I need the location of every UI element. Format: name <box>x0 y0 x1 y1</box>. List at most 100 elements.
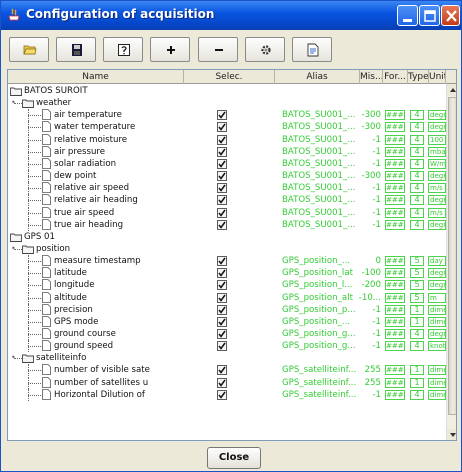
scrollbar-thumb[interactable] <box>448 97 456 415</box>
column-header-selected[interactable]: Selec. <box>184 70 275 84</box>
unit-cell[interactable]: degr <box>428 110 446 121</box>
missing-value-cell[interactable]: -1 <box>355 389 381 401</box>
type-cell[interactable]: 4 <box>410 329 424 339</box>
type-cell[interactable]: 4 <box>410 389 424 400</box>
type-cell[interactable]: 5 <box>410 268 424 279</box>
table-row[interactable]: air pressure BATOS_SU001_...-1 #### 4 mba <box>8 145 446 158</box>
type-cell[interactable]: 5 <box>410 280 424 291</box>
scroll-down-button[interactable] <box>447 429 456 440</box>
select-checkbox[interactable] <box>217 280 227 291</box>
table-row[interactable]: latitude GPS_position_lat-100 #### 5 degr <box>8 267 446 280</box>
format-cell[interactable]: #### <box>385 389 405 400</box>
unit-cell[interactable]: day <box>428 256 446 267</box>
alias-cell[interactable]: GPS_position_l... <box>282 279 356 291</box>
missing-value-cell[interactable]: -1 <box>355 304 381 316</box>
format-cell[interactable]: #### <box>385 134 405 145</box>
unit-cell[interactable]: dime <box>428 304 446 315</box>
format-cell[interactable]: #### <box>385 329 405 339</box>
expand-toggle-icon[interactable]: • <box>11 352 19 364</box>
expand-toggle-icon[interactable]: • <box>11 243 19 255</box>
missing-value-cell[interactable]: -10... <box>355 292 381 304</box>
unit-cell[interactable]: dime <box>428 365 446 376</box>
table-row[interactable]: dew point BATOS_SU001_...-300 #### 4 degr <box>8 170 446 183</box>
table-row[interactable]: ground course GPS_position_g...-1 #### 4 deg… <box>8 328 446 340</box>
type-cell[interactable]: 1 <box>410 316 424 327</box>
select-checkbox[interactable] <box>217 268 227 279</box>
missing-value-cell[interactable]: 255 <box>355 377 381 389</box>
select-checkbox[interactable] <box>217 304 227 315</box>
format-cell[interactable]: #### <box>385 304 405 315</box>
format-cell[interactable]: #### <box>385 365 405 376</box>
table-row[interactable]: true air speed BATOS_SU001_...-1 #### 4 m/s <box>8 206 446 219</box>
table-row[interactable]: precision GPS_position_p...-1 #### 1 dime <box>8 303 446 316</box>
table-row[interactable]: Horizontal Dilution of GPS_satelliteinf..… <box>8 388 446 401</box>
unit-cell[interactable]: W/m <box>428 158 446 169</box>
vertical-scrollbar[interactable] <box>446 84 456 440</box>
format-cell[interactable]: #### <box>385 207 405 218</box>
missing-value-cell[interactable]: -1 <box>355 158 381 170</box>
type-cell[interactable]: 4 <box>410 207 424 218</box>
alias-cell[interactable]: BATOS_SU001_... <box>282 170 356 182</box>
missing-value-cell[interactable]: -1 <box>355 194 381 206</box>
unit-cell[interactable]: degr <box>428 280 446 291</box>
select-checkbox[interactable] <box>217 329 227 339</box>
select-checkbox[interactable] <box>217 341 227 352</box>
table-row[interactable]: longitude GPS_position_l...-200 #### 5 degr <box>8 279 446 292</box>
table-row[interactable]: relative air heading BATOS_SU001_... -1 ###… <box>8 194 446 207</box>
table-row[interactable]: ground speed GPS_position_g...-1 #### 4 knot <box>8 340 446 353</box>
alias-cell[interactable]: BATOS_SU001_... <box>282 207 356 219</box>
type-cell[interactable]: 4 <box>410 134 424 145</box>
format-cell[interactable]: #### <box>385 256 405 267</box>
type-cell[interactable]: 1 <box>410 365 424 376</box>
alias-cell[interactable]: BATOS_SU001_... <box>282 219 356 231</box>
select-checkbox[interactable] <box>217 158 227 169</box>
column-header-format[interactable]: For... <box>383 70 408 84</box>
type-cell[interactable]: 4 <box>410 183 424 194</box>
close-window-button[interactable] <box>441 5 460 26</box>
unit-cell[interactable]: degr <box>428 268 446 279</box>
alias-cell[interactable]: BATOS_SU001_... <box>282 109 356 121</box>
table-row[interactable]: true air heading BATOS_SU001_...-1 #### 4 de… <box>8 218 446 231</box>
alias-cell[interactable]: BATOS_SU001_... <box>282 194 356 206</box>
format-cell[interactable]: #### <box>385 122 405 133</box>
select-checkbox[interactable] <box>217 365 227 376</box>
select-checkbox[interactable] <box>217 389 227 400</box>
missing-value-cell[interactable]: -300 <box>355 121 381 133</box>
table-row[interactable]: solar radiation BATOS_SU001_...-1 #### 4 W/m <box>8 157 446 170</box>
type-cell[interactable]: 5 <box>410 292 424 303</box>
select-checkbox[interactable] <box>217 292 227 303</box>
unit-cell[interactable]: dime <box>428 316 446 327</box>
unit-cell[interactable]: m <box>428 292 446 303</box>
title-bar[interactable]: Configuration of acquisition <box>1 1 461 30</box>
format-cell[interactable]: #### <box>385 158 405 169</box>
select-checkbox[interactable] <box>217 183 227 194</box>
alias-cell[interactable]: BATOS_SU001_... <box>282 146 356 158</box>
select-checkbox[interactable] <box>217 171 227 182</box>
format-cell[interactable]: #### <box>385 316 405 327</box>
select-checkbox[interactable] <box>217 122 227 133</box>
format-cell[interactable]: #### <box>385 195 405 206</box>
missing-value-cell[interactable]: 0 <box>355 255 381 267</box>
select-checkbox[interactable] <box>217 219 227 230</box>
missing-value-cell[interactable]: -1 <box>355 207 381 219</box>
column-header-unit[interactable]: Unit <box>429 70 446 84</box>
expand-toggle-icon[interactable]: • <box>11 97 19 109</box>
table-row[interactable]: altitude GPS_position_alt-10... #### 5m <box>8 291 446 304</box>
table-row[interactable]: measure timestamp GPS_position_...0 #### 5d… <box>8 255 446 268</box>
type-cell[interactable]: 4 <box>410 171 424 182</box>
missing-value-cell[interactable]: -1 <box>355 316 381 328</box>
select-checkbox[interactable] <box>217 256 227 267</box>
format-cell[interactable]: #### <box>385 280 405 291</box>
column-header-missing[interactable]: Mis... <box>360 70 383 84</box>
table-row[interactable]: air temperature BATOS_SU001_...-300 #### 4d… <box>8 109 446 122</box>
missing-value-cell[interactable]: -1 <box>355 340 381 352</box>
type-cell[interactable]: 4 <box>410 219 424 230</box>
alias-cell[interactable]: GPS_position_g... <box>282 328 356 340</box>
format-cell[interactable]: #### <box>385 146 405 157</box>
missing-value-cell[interactable]: -200 <box>355 279 381 291</box>
format-cell[interactable]: #### <box>385 341 405 352</box>
alias-cell[interactable]: GPS_position_... <box>282 316 356 328</box>
unit-cell[interactable]: degr <box>428 195 446 206</box>
format-cell[interactable]: #### <box>385 110 405 121</box>
tree-group-node[interactable]: • position <box>8 243 446 255</box>
